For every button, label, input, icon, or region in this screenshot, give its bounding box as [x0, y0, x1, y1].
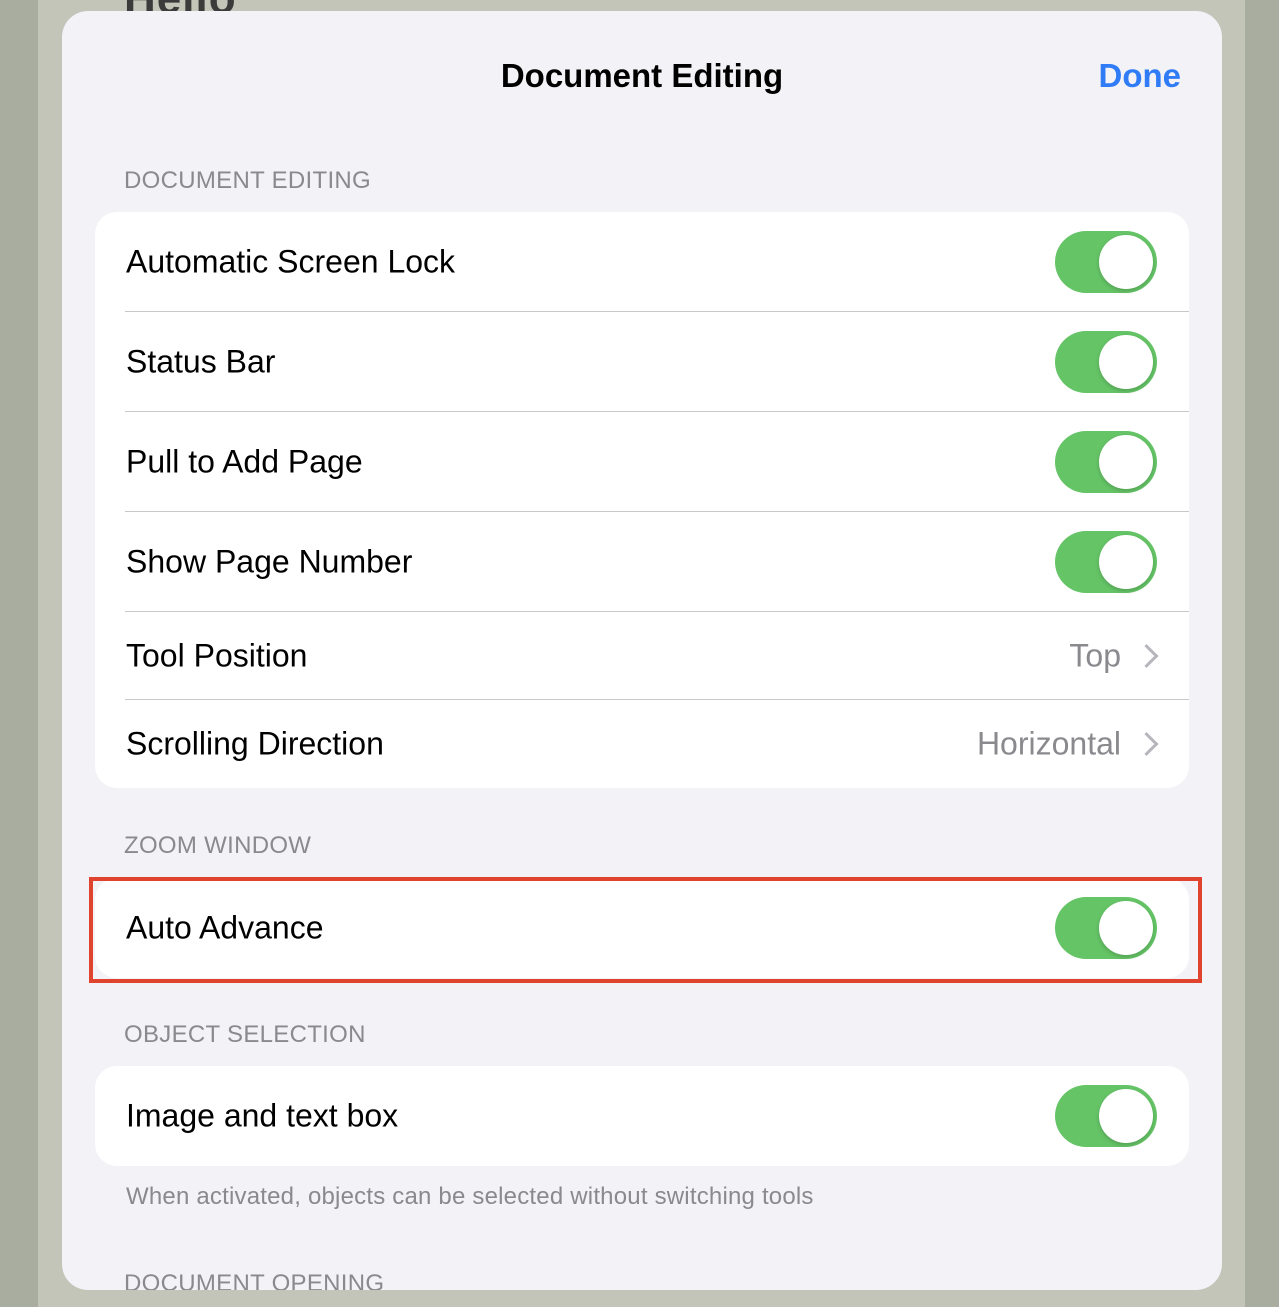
zoom-window-group: Auto Advance — [95, 878, 1189, 978]
row-pull-to-add-page[interactable]: Pull to Add Page — [95, 412, 1189, 512]
section-header-document-editing: DOCUMENT EDITING — [124, 167, 372, 194]
row-label: Status Bar — [126, 343, 276, 380]
section-header-object-selection: OBJECT SELECTION — [124, 1021, 366, 1048]
object-selection-footer-note: When activated, objects can be selected … — [126, 1183, 814, 1210]
toggle-knob — [1099, 901, 1153, 955]
object-selection-group: Image and text box — [95, 1066, 1189, 1166]
row-tool-position[interactable]: Tool Position Top — [95, 612, 1189, 700]
row-image-and-text-box[interactable]: Image and text box — [95, 1066, 1189, 1166]
scrolling-direction-value: Horizontal — [976, 725, 1121, 762]
image-and-text-box-toggle[interactable] — [1055, 1085, 1157, 1147]
row-label: Tool Position — [126, 637, 308, 674]
toggle-knob — [1099, 535, 1153, 589]
row-label: Image and text box — [126, 1097, 399, 1134]
show-page-number-toggle[interactable] — [1055, 531, 1157, 593]
automatic-screen-lock-toggle[interactable] — [1055, 231, 1157, 293]
tool-position-value: Top — [1069, 637, 1121, 674]
row-label: Show Page Number — [126, 543, 413, 580]
row-label: Pull to Add Page — [126, 443, 363, 480]
chevron-right-icon — [1134, 731, 1159, 757]
row-scrolling-direction[interactable]: Scrolling Direction Horizontal — [95, 700, 1189, 788]
status-bar-toggle[interactable] — [1055, 331, 1157, 393]
row-label: Scrolling Direction — [126, 725, 384, 762]
section-header-zoom-window: ZOOM WINDOW — [124, 832, 312, 859]
row-show-page-number[interactable]: Show Page Number — [95, 512, 1189, 612]
toggle-knob — [1099, 235, 1153, 289]
sheet-title: Document Editing — [500, 57, 784, 94]
toggle-knob — [1099, 335, 1153, 389]
row-auto-advance[interactable]: Auto Advance — [95, 878, 1189, 978]
settings-sheet: Document Editing Done DOCUMENT EDITING A… — [62, 11, 1222, 1290]
pull-to-add-page-toggle[interactable] — [1055, 431, 1157, 493]
row-label: Automatic Screen Lock — [126, 243, 456, 280]
row-automatic-screen-lock[interactable]: Automatic Screen Lock — [95, 212, 1189, 312]
toggle-knob — [1099, 435, 1153, 489]
toggle-knob — [1099, 1089, 1153, 1143]
row-label: Auto Advance — [126, 909, 324, 946]
section-header-document-opening: DOCUMENT OPENING — [124, 1270, 385, 1290]
row-status-bar[interactable]: Status Bar — [95, 312, 1189, 412]
done-button[interactable]: Done — [1099, 57, 1182, 95]
chevron-right-icon — [1134, 643, 1159, 669]
auto-advance-toggle[interactable] — [1055, 897, 1157, 959]
document-editing-group: Automatic Screen Lock Status Bar Pull to… — [95, 212, 1189, 788]
